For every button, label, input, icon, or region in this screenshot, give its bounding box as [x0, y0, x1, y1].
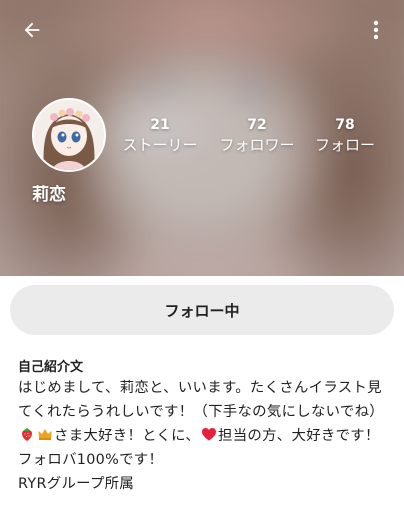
bio-text: はじめまして、莉恋と、いいます。たくさんイラスト見てくれたらうれしいです！（下手… — [18, 376, 394, 496]
crown-icon — [38, 429, 52, 440]
profile-header: 莉恋 21 ストーリー 72 フォロワー 78 フォロー — [0, 0, 404, 276]
profile-name: 莉恋 — [32, 185, 66, 205]
following-button[interactable]: フォロー中 — [10, 285, 394, 335]
following-label: フォロー — [314, 136, 375, 154]
arrow-left-icon — [24, 22, 40, 38]
profile-details: フォロー中 自己紹介文 はじめまして、莉恋と、いいます。たくさんイラスト見てくれ… — [0, 276, 404, 512]
stat-followers[interactable]: 72 フォロワー — [216, 116, 298, 156]
more-options-button[interactable] — [362, 16, 390, 44]
heart-icon — [202, 428, 217, 441]
back-button[interactable] — [18, 16, 46, 44]
stories-count: 21 — [150, 117, 170, 133]
followers-count: 72 — [247, 117, 267, 133]
bio-part-1: はじめまして、莉恋と、いいます。たくさんイラスト見てくれたらうれしいです！（下手… — [18, 380, 384, 420]
bio-part-2: さま大好き！とくに、 — [54, 428, 201, 444]
following-count: 78 — [335, 117, 355, 133]
stat-stories[interactable]: 21 ストーリー — [118, 116, 202, 156]
strawberry-icon — [22, 428, 32, 441]
stat-following[interactable]: 78 フォロー — [312, 116, 378, 156]
stories-label: ストーリー — [122, 136, 198, 154]
followers-label: フォロワー — [219, 136, 295, 154]
bio-affiliation: RYRグループ所属 — [18, 476, 135, 492]
bio-title: 自己紹介文 — [18, 360, 84, 375]
more-vertical-icon — [373, 20, 379, 40]
avatar-illustration — [34, 100, 104, 170]
avatar[interactable] — [32, 98, 106, 172]
